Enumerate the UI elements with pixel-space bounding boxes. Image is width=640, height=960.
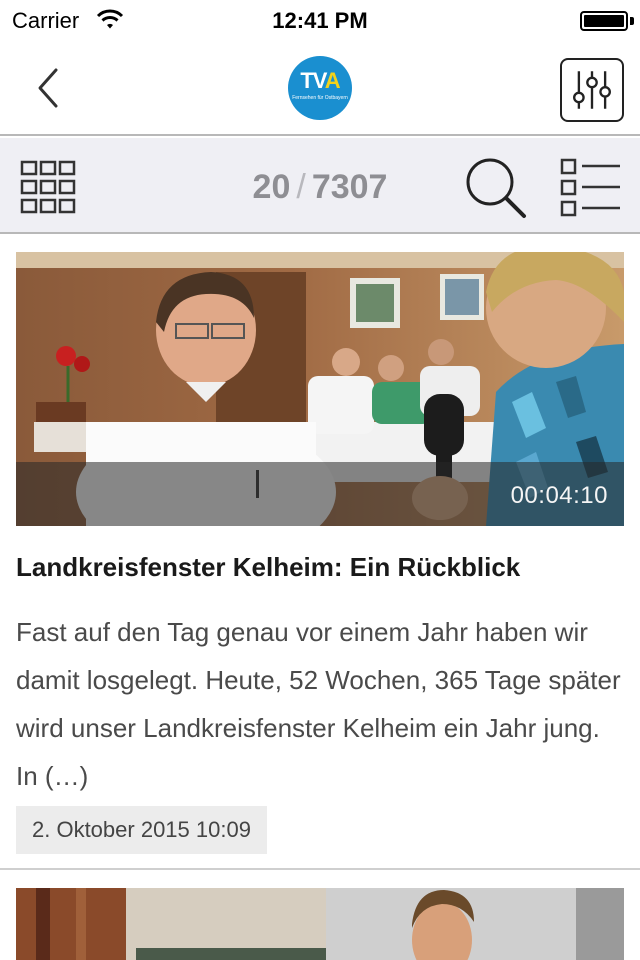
toolbar: 20/7307 — [0, 138, 640, 234]
chevron-left-icon[interactable] — [28, 64, 68, 112]
nav-bar: TVA Fernsehen für Ostbayern — [0, 40, 640, 136]
grid-icon[interactable] — [20, 160, 76, 214]
logo-text-main: TV — [300, 68, 326, 93]
article-teaser: Fast auf den Tag genau vor einem Jahr ha… — [16, 617, 621, 791]
counter-total: 7307 — [311, 168, 388, 206]
logo-subtitle: Fernsehen für Ostbayern — [292, 95, 348, 101]
counter-separator: / — [296, 168, 306, 206]
date-badge: 2. Oktober 2015 10:09 — [16, 806, 267, 854]
article-title[interactable]: Landkreisfenster Kelheim: Ein Rückblick — [16, 552, 624, 583]
clock: 12:41 PM — [272, 8, 368, 33]
battery-icon — [580, 11, 628, 31]
tva-logo: TVA Fernsehen für Ostbayern — [288, 56, 352, 120]
next-article-thumbnail[interactable] — [16, 888, 624, 960]
article-card[interactable]: 00:04:10 Landkreisfenster Kelheim: Ein R… — [0, 236, 640, 870]
status-bar: Carrier 12:41 PM — [0, 0, 640, 40]
battery-tip — [630, 17, 634, 25]
counter-current: 20 — [252, 168, 291, 206]
video-duration: 00:04:10 — [510, 482, 608, 509]
item-counter: 20/7307 — [200, 168, 440, 207]
logo-text-accent: A — [324, 68, 341, 93]
article-thumbnail[interactable]: 00:04:10 — [16, 252, 624, 526]
list-icon[interactable] — [560, 158, 622, 218]
next-article-photo — [16, 888, 624, 960]
sliders-icon[interactable] — [560, 58, 624, 122]
search-icon[interactable] — [462, 156, 530, 220]
